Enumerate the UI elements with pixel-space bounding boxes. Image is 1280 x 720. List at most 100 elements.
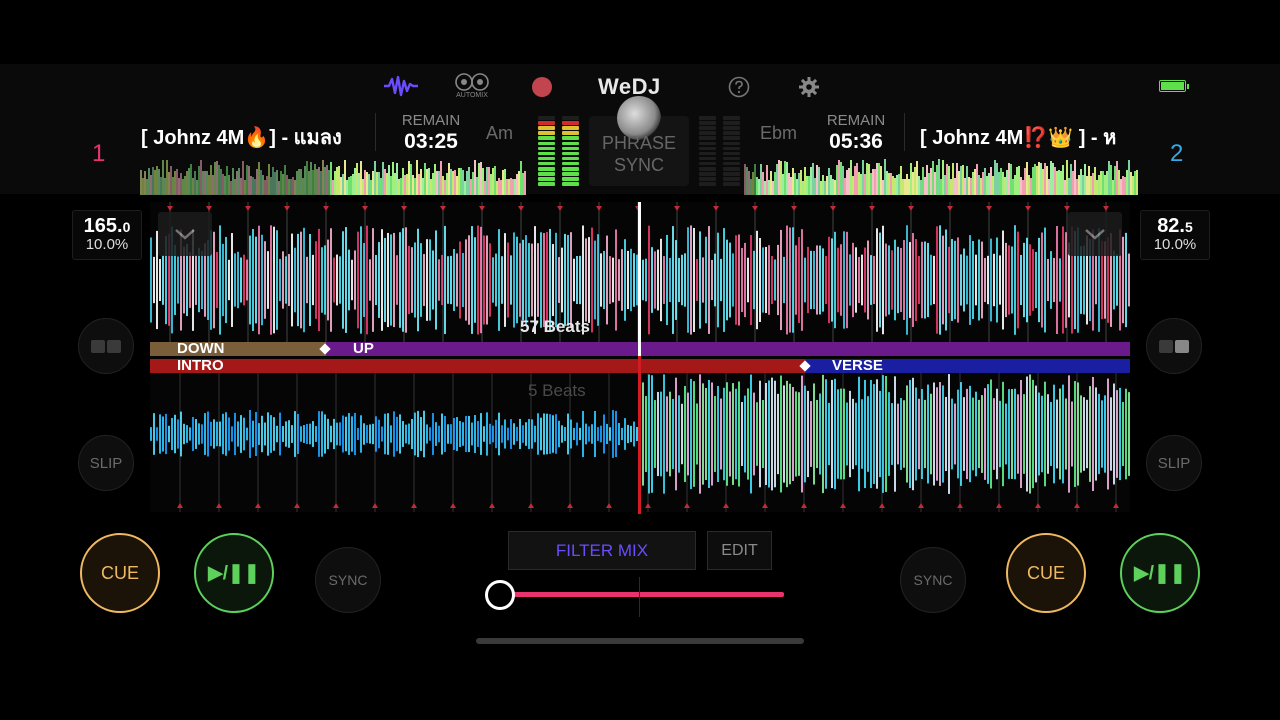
deck2-wave-bar [870,379,872,489]
deck1-sync-button[interactable]: SYNC [315,547,381,613]
meter-segment [699,141,716,146]
deck1-beat-tick [791,206,797,211]
deck2-slip-button[interactable]: SLIP [1146,435,1202,491]
deck2-wave-bar [861,399,863,469]
deck1-wave-bar [579,255,581,305]
deck2-track-title[interactable]: [ Johnz 4M⁉️👑 ] - ห [920,121,1134,153]
deck1-wave-bar [906,225,908,335]
crossfader-center-line [639,577,640,617]
deck1-cue-button[interactable]: CUE [80,533,160,613]
crossfader-handle[interactable] [485,580,515,610]
deck1-slip-button[interactable]: SLIP [78,435,134,491]
deck2-pad-mode-button[interactable] [1146,318,1202,374]
deck2-wave-bar [318,411,320,457]
deck1-wave-bar [1002,230,1004,330]
deck1-wave-bar [1113,250,1115,310]
deck2-wave-bar [615,410,617,458]
deck1-wave-bar [303,227,305,333]
deck1-beat-tick [869,206,875,211]
deck1-wave-bar [429,239,431,321]
deck1-wave-bar [645,258,647,302]
meter-segment [699,177,716,181]
deck1-wave-bar [777,244,779,316]
deck1-wave-bar [384,237,386,323]
phrase-verse: VERSE [805,358,1130,373]
phrase-sync-button[interactable]: PHRASE SYNC [589,96,689,186]
deck1-wave-bar [960,254,962,306]
deck1-wave-bar [321,247,323,313]
deck2-wave-bar [909,379,911,489]
deck1-wave-bar [327,239,329,321]
deck2-wave-bar [714,396,716,472]
deck2-wave-bar [837,389,839,479]
deck1-overview-waveform[interactable] [140,155,526,195]
deck2-wave-bar [417,410,419,458]
edit-button[interactable]: EDIT [707,531,772,570]
deck1-beat-tick [167,206,173,211]
deck2-collapse-button[interactable] [1068,212,1122,256]
deck2-wave-bar [423,410,425,458]
deck1-beat-tick [440,206,446,211]
deck2-beat-tick [957,503,963,508]
deck2-wave-bar [564,426,566,442]
deck1-wave-bar [1122,236,1124,324]
deck1-wave-bar [1080,246,1082,314]
filter-mix-button[interactable]: FILTER MIX [508,531,696,570]
deck2-wave-bar [315,426,317,442]
deck2-play-pause-button[interactable]: ▶/❚❚ [1120,533,1200,613]
deck2-beat-tick [528,503,534,508]
deck2-wave-bar [777,393,779,475]
deck2-sync-button[interactable]: SYNC [900,547,966,613]
deck2-wave-bar [216,421,218,447]
deck2-overview-waveform[interactable] [744,155,1138,195]
deck1-beat-tick [713,206,719,211]
deck2-wave-bar [555,414,557,454]
deck1-wave-bar [576,255,578,305]
deck2-wave-bar [603,414,605,454]
deck1-collapse-button[interactable] [158,212,212,256]
deck2-wave-bar [585,423,587,445]
deck1-wave-bar [966,255,968,305]
deck1-wave-bar [891,250,893,310]
deck2-wave-bar [624,418,626,450]
meter-segment [723,141,740,146]
deck2-wave-bar [372,423,374,445]
deck1-wave-bar [405,227,407,333]
deck2-wave-bar [456,417,458,451]
deck2-beat-tick [762,503,768,508]
deck1-wave-bar [153,256,155,304]
deck1-wave-bar [396,255,398,305]
deck2-bpm-display[interactable]: 82.5 10.0% [1140,210,1210,260]
deck2-wave-bar [744,395,746,473]
deck2-wave-bar [1071,401,1073,467]
deck2-beat-tick [567,503,573,508]
deck1-wave-bar [903,240,905,320]
deck1-wave-bar [528,243,530,317]
deck1-wave-bar [504,233,506,327]
deck2-wave-bar [1107,378,1109,490]
deck1-pad-mode-button[interactable] [78,318,134,374]
record-button[interactable] [531,76,553,98]
waveform-icon[interactable] [382,72,420,100]
meter-segment [538,116,555,120]
deck1-remain-label: REMAIN [401,112,461,129]
deck1-wave-bar [588,237,590,323]
deck1-track-title[interactable]: [ Johnz 4M🔥] - แมลง [141,121,357,153]
deck2-wave-bar [1098,393,1100,475]
deck1-play-pause-button[interactable]: ▶/❚❚ [194,533,274,613]
deck1-wave-bar [867,240,869,320]
deck1-wave-bar [150,237,152,323]
settings-button[interactable] [797,75,821,99]
deck2-wave-bar [522,425,524,443]
deck2-wave-bar [912,377,914,491]
deck1-bpm-display[interactable]: 165.0 10.0% [72,210,142,260]
deck1-wave-bar [807,246,809,314]
deck1-wave-bar [195,255,197,305]
crossfader-track[interactable] [500,592,784,597]
automix-button[interactable]: AUTOMIX [452,72,492,104]
help-button[interactable] [727,75,751,99]
deck2-wave-bar [363,423,365,445]
deck2-cue-button[interactable]: CUE [1006,533,1086,613]
deck2-wave-bar [1050,402,1052,466]
deck2-wave-bar [1029,374,1031,494]
